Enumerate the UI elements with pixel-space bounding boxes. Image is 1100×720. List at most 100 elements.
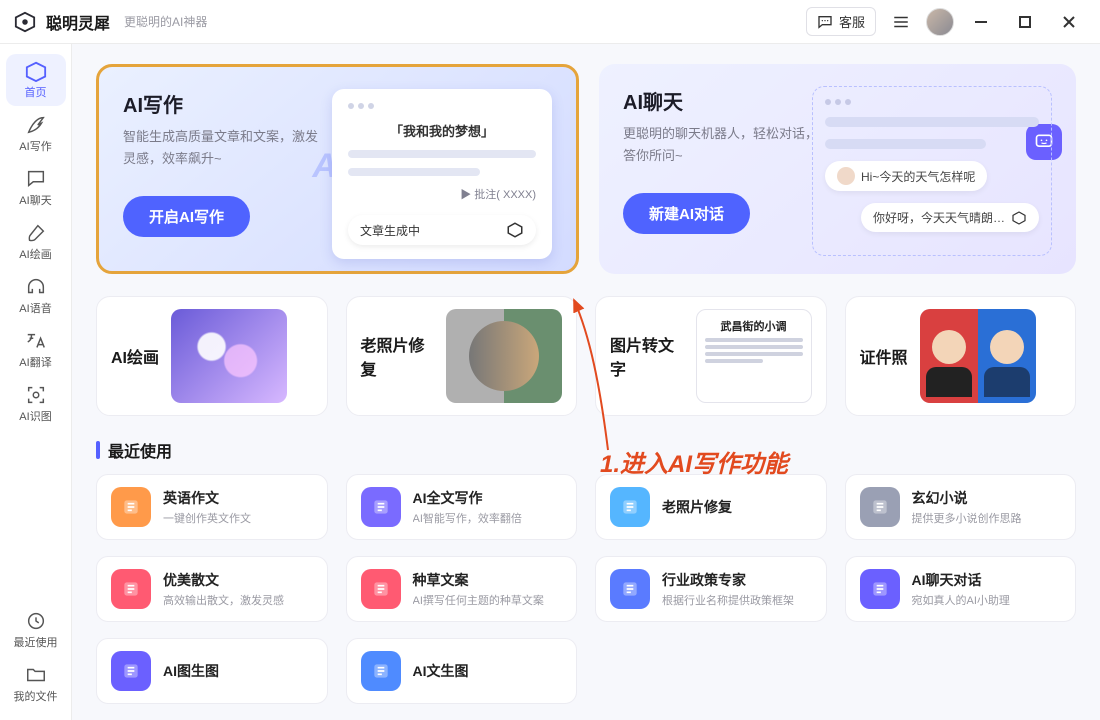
hero-chat-title: AI聊天 <box>623 86 820 115</box>
hero-write-card[interactable]: AI写作 智能生成高质量文章和文案，激发灵感，效率飙升~ 开启AI写作 AI 「… <box>96 64 579 274</box>
recent-item[interactable]: 行业政策专家根据行业名称提供政策框架 <box>595 556 827 622</box>
chat-bubble-icon <box>817 14 833 30</box>
app-name: 聪明灵犀 <box>46 10 110 34</box>
hero-write-desc: 智能生成高质量文章和文案，激发灵感，效率飙升~ <box>123 126 320 170</box>
sidebar-item-vision[interactable]: AI识图 <box>6 378 66 430</box>
sidebar-item-recent[interactable]: 最近使用 <box>6 604 66 656</box>
recent-item[interactable]: AI图生图 <box>96 638 328 704</box>
sidebar-item-label: AI识图 <box>19 408 51 424</box>
recent-item[interactable]: 老照片修复 <box>595 474 827 540</box>
sidebar-item-home[interactable]: 首页 <box>6 54 66 106</box>
hero-chat-desc: 更聪明的聊天机器人，轻松对话，答你所问~ <box>623 123 820 167</box>
recent-item-title: 英语作文 <box>163 488 251 508</box>
recent-item-desc: 根据行业名称提供政策框架 <box>662 592 794 608</box>
mock-annotation-label: ▶ 批注( XXXX) <box>348 186 536 202</box>
chat-bot-bubble: 你好呀，今天天气晴朗… <box>873 209 1005 226</box>
recent-item-icon <box>860 569 900 609</box>
recent-item-icon <box>860 487 900 527</box>
recent-item[interactable]: AI文生图 <box>346 638 578 704</box>
window-minimize[interactable] <box>964 7 998 37</box>
sidebar-item-label: AI翻译 <box>19 354 51 370</box>
scan-icon <box>25 384 47 406</box>
hero-write-title: AI写作 <box>123 89 320 118</box>
recent-item-title: 种草文案 <box>413 570 544 590</box>
recent-item-icon <box>361 487 401 527</box>
feather-icon <box>25 114 47 136</box>
support-label: 客服 <box>839 12 865 31</box>
recent-item-title: 行业政策专家 <box>662 570 794 590</box>
hero-chat-card[interactable]: AI聊天 更聪明的聊天机器人，轻松对话，答你所问~ 新建AI对话 Hi~今天的天… <box>599 64 1076 274</box>
new-ai-chat-button[interactable]: 新建AI对话 <box>623 193 750 234</box>
start-ai-write-button[interactable]: 开启AI写作 <box>123 196 250 237</box>
home-icon <box>25 60 47 82</box>
titlebar: 聪明灵犀 更聪明的AI神器 客服 <box>0 0 1100 44</box>
doc-thumb-title: 武昌街的小调 <box>705 318 803 334</box>
sidebar-item-files[interactable]: 我的文件 <box>6 658 66 710</box>
sidebar-item-label: 最近使用 <box>14 634 58 650</box>
mock-status-text: 文章生成中 <box>360 222 420 239</box>
sidebar-item-label: AI聊天 <box>19 192 51 208</box>
brush-icon <box>25 222 47 244</box>
recent-item-icon <box>111 651 151 691</box>
window-maximize[interactable] <box>1008 7 1042 37</box>
recent-item-title: 玄幻小说 <box>912 488 1022 508</box>
paint-thumbnail <box>171 309 287 403</box>
chat-user-bubble: Hi~今天的天气怎样呢 <box>861 168 975 185</box>
sidebar-item-chat[interactable]: AI聊天 <box>6 162 66 214</box>
write-preview-window: 「我和我的梦想」 ▶ 批注( XXXX) 文章生成中 <box>332 89 552 259</box>
recent-item-icon <box>361 569 401 609</box>
recent-item[interactable]: 种草文案 AI撰写任何主题的种草文案 <box>346 556 578 622</box>
sidebar-item-label: AI语音 <box>19 300 51 316</box>
recent-item[interactable]: 英语作文一键创作英文作文 <box>96 474 328 540</box>
recent-item-title: AI聊天对话 <box>912 570 1010 590</box>
annotation-arrow-icon <box>560 296 620 454</box>
feature-title: AI绘画 <box>111 344 159 368</box>
feature-title: 证件照 <box>860 344 908 368</box>
recent-item-desc: 高效输出散文，激发灵感 <box>163 592 284 608</box>
hex-logo-icon <box>1011 210 1027 226</box>
user-avatar[interactable] <box>926 8 954 36</box>
chat-icon <box>25 168 47 190</box>
translate-icon <box>25 330 47 352</box>
hex-logo-icon <box>506 221 524 239</box>
feature-ocr[interactable]: 图片转文字 武昌街的小调 <box>595 296 827 416</box>
window-close[interactable] <box>1052 7 1086 37</box>
recent-item-desc: AI撰写任何主题的种草文案 <box>413 592 544 608</box>
recent-item-desc: 宛如真人的AI小助理 <box>912 592 1010 608</box>
sidebar-item-voice[interactable]: AI语音 <box>6 270 66 322</box>
recent-item-desc: 一键创作英文作文 <box>163 510 251 526</box>
accent-bar-icon <box>96 441 100 459</box>
recent-item[interactable]: 优美散文高效输出散文，激发灵感 <box>96 556 328 622</box>
recent-item-icon <box>111 569 151 609</box>
recent-heading: 最近使用 <box>108 438 172 462</box>
close-icon <box>1062 15 1076 29</box>
feature-ai-paint[interactable]: AI绘画 <box>96 296 328 416</box>
sidebar-item-translate[interactable]: AI翻译 <box>6 324 66 376</box>
recent-item-icon <box>610 487 650 527</box>
feature-photo-restore[interactable]: 老照片修复 <box>346 296 578 416</box>
app-tagline: 更聪明的AI神器 <box>124 13 207 30</box>
recent-item[interactable]: AI全文写作AI智能写作，效率翻倍 <box>346 474 578 540</box>
sidebar-item-paint[interactable]: AI绘画 <box>6 216 66 268</box>
recent-item[interactable]: AI聊天对话宛如真人的AI小助理 <box>845 556 1077 622</box>
feature-id-photo[interactable]: 证件照 <box>845 296 1077 416</box>
recent-item-icon <box>610 569 650 609</box>
recent-item-title: AI全文写作 <box>413 488 522 508</box>
idphoto-thumbnail <box>920 309 1036 403</box>
doc-thumbnail: 武昌街的小调 <box>696 309 812 403</box>
history-icon <box>25 610 47 632</box>
recent-item-desc: 提供更多小说创作思路 <box>912 510 1022 526</box>
sidebar-item-write[interactable]: AI写作 <box>6 108 66 160</box>
recent-item-title: AI图生图 <box>163 661 219 681</box>
recent-item[interactable]: 玄幻小说提供更多小说创作思路 <box>845 474 1077 540</box>
avatar-icon <box>837 167 855 185</box>
app-logo-icon <box>14 11 36 33</box>
minimize-icon <box>974 15 988 29</box>
menu-button[interactable] <box>886 7 916 37</box>
support-button[interactable]: 客服 <box>806 7 876 36</box>
photo-thumbnail <box>446 309 562 403</box>
recent-grid: 英语作文一键创作英文作文AI全文写作AI智能写作，效率翻倍老照片修复玄幻小说提供… <box>96 474 1076 704</box>
annotation-text: 1.进入AI写作功能 <box>600 444 788 479</box>
mock-doc-title: 「我和我的梦想」 <box>348 121 536 140</box>
recent-item-icon <box>111 487 151 527</box>
